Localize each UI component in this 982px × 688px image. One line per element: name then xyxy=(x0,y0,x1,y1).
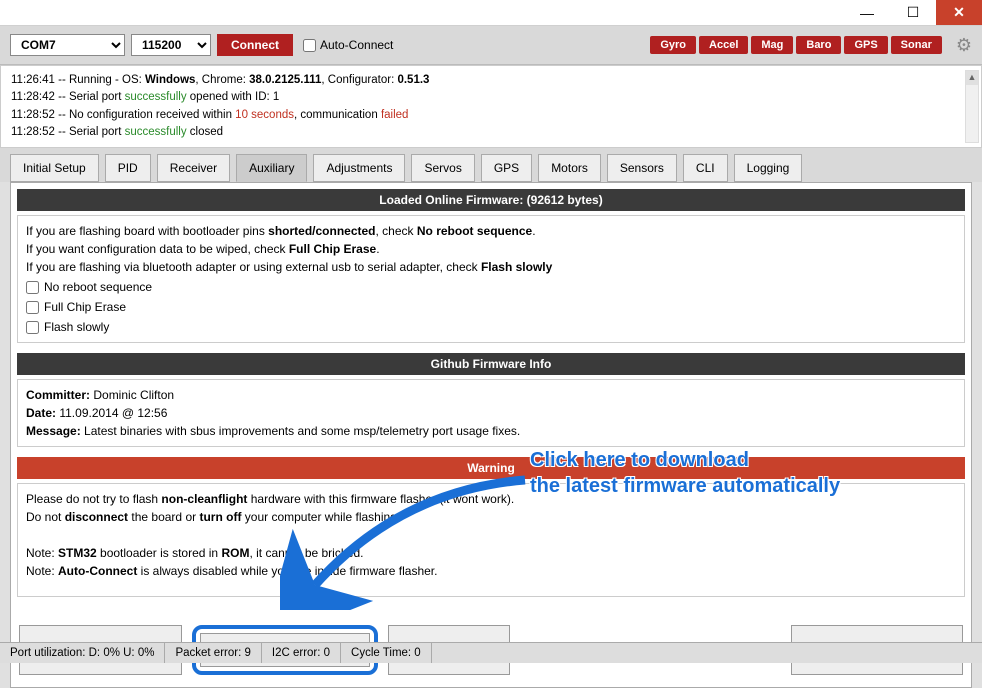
log-line: 11:28:52 -- Serial port successfully clo… xyxy=(11,124,971,141)
full-chip-erase-checkbox[interactable] xyxy=(26,301,39,314)
flash-slowly-checkbox[interactable] xyxy=(26,321,39,334)
scroll-up-icon[interactable]: ▲ xyxy=(966,71,978,85)
log-line: 11:26:41 -- Running - OS: Windows, Chrom… xyxy=(11,72,971,89)
sensor-sonar: Sonar xyxy=(891,36,942,54)
tab-bar: Initial Setup PID Receiver Auxiliary Adj… xyxy=(0,148,982,182)
firmware-header: Loaded Online Firmware: (92612 bytes) xyxy=(17,189,965,211)
tab-cli[interactable]: CLI xyxy=(683,154,728,182)
tab-gps[interactable]: GPS xyxy=(481,154,532,182)
window-titlebar: — ☐ ✕ xyxy=(0,0,982,26)
autoconnect-checkbox[interactable] xyxy=(303,39,316,52)
github-info-panel: Committer: Dominic Clifton Date: 11.09.2… xyxy=(17,379,965,447)
port-select[interactable]: COM7 xyxy=(10,34,125,56)
main-content: Loaded Online Firmware: (92612 bytes) If… xyxy=(10,182,972,688)
baud-select[interactable]: 115200 xyxy=(131,34,211,56)
autoconnect-label: Auto-Connect xyxy=(320,38,393,52)
connect-button[interactable]: Connect xyxy=(217,34,293,56)
flash-slowly-label: Flash slowly xyxy=(44,318,109,336)
status-bar: Port utilization: D: 0% U: 0% Packet err… xyxy=(0,642,982,663)
flash-info-panel: If you are flashing board with bootloade… xyxy=(17,215,965,343)
github-header: Github Firmware Info xyxy=(17,353,965,375)
tab-auxiliary[interactable]: Auxiliary xyxy=(236,154,307,182)
log-line: 11:28:42 -- Serial port successfully ope… xyxy=(11,89,971,106)
tab-initial-setup[interactable]: Initial Setup xyxy=(10,154,99,182)
status-packet-error: Packet error: 9 xyxy=(165,643,261,663)
tab-sensors[interactable]: Sensors xyxy=(607,154,677,182)
log-scrollbar[interactable]: ▲ xyxy=(965,70,979,143)
tab-pid[interactable]: PID xyxy=(105,154,151,182)
sensor-gyro: Gyro xyxy=(650,36,696,54)
tab-servos[interactable]: Servos xyxy=(411,154,474,182)
no-reboot-checkbox[interactable] xyxy=(26,281,39,294)
maximize-button[interactable]: ☐ xyxy=(890,0,936,25)
sensor-mag: Mag xyxy=(751,36,793,54)
log-line: 11:28:52 -- No configuration received wi… xyxy=(11,107,971,124)
top-toolbar: COM7 115200 Connect Auto-Connect Gyro Ac… xyxy=(0,26,982,65)
sensor-baro: Baro xyxy=(796,36,841,54)
status-i2c-error: I2C error: 0 xyxy=(262,643,341,663)
tab-logging[interactable]: Logging xyxy=(734,154,803,182)
gear-icon[interactable]: ⚙ xyxy=(956,35,972,56)
status-cycle-time: Cycle Time: 0 xyxy=(341,643,432,663)
no-reboot-label: No reboot sequence xyxy=(44,278,152,296)
warning-header: Warning xyxy=(17,457,965,479)
close-button[interactable]: ✕ xyxy=(936,0,982,25)
sensor-accel: Accel xyxy=(699,36,748,54)
sensor-badges: Gyro Accel Mag Baro GPS Sonar xyxy=(650,36,942,54)
sensor-gps: GPS xyxy=(844,36,887,54)
tab-adjustments[interactable]: Adjustments xyxy=(313,154,405,182)
warning-panel: Please do not try to flash non-cleanflig… xyxy=(17,483,965,597)
full-chip-erase-label: Full Chip Erase xyxy=(44,298,126,316)
tab-motors[interactable]: Motors xyxy=(538,154,601,182)
status-port-utilization: Port utilization: D: 0% U: 0% xyxy=(0,643,165,663)
minimize-button[interactable]: — xyxy=(844,0,890,25)
log-area: 11:26:41 -- Running - OS: Windows, Chrom… xyxy=(0,65,982,148)
tab-receiver[interactable]: Receiver xyxy=(157,154,230,182)
autoconnect-checkbox-wrap[interactable]: Auto-Connect xyxy=(303,38,393,52)
